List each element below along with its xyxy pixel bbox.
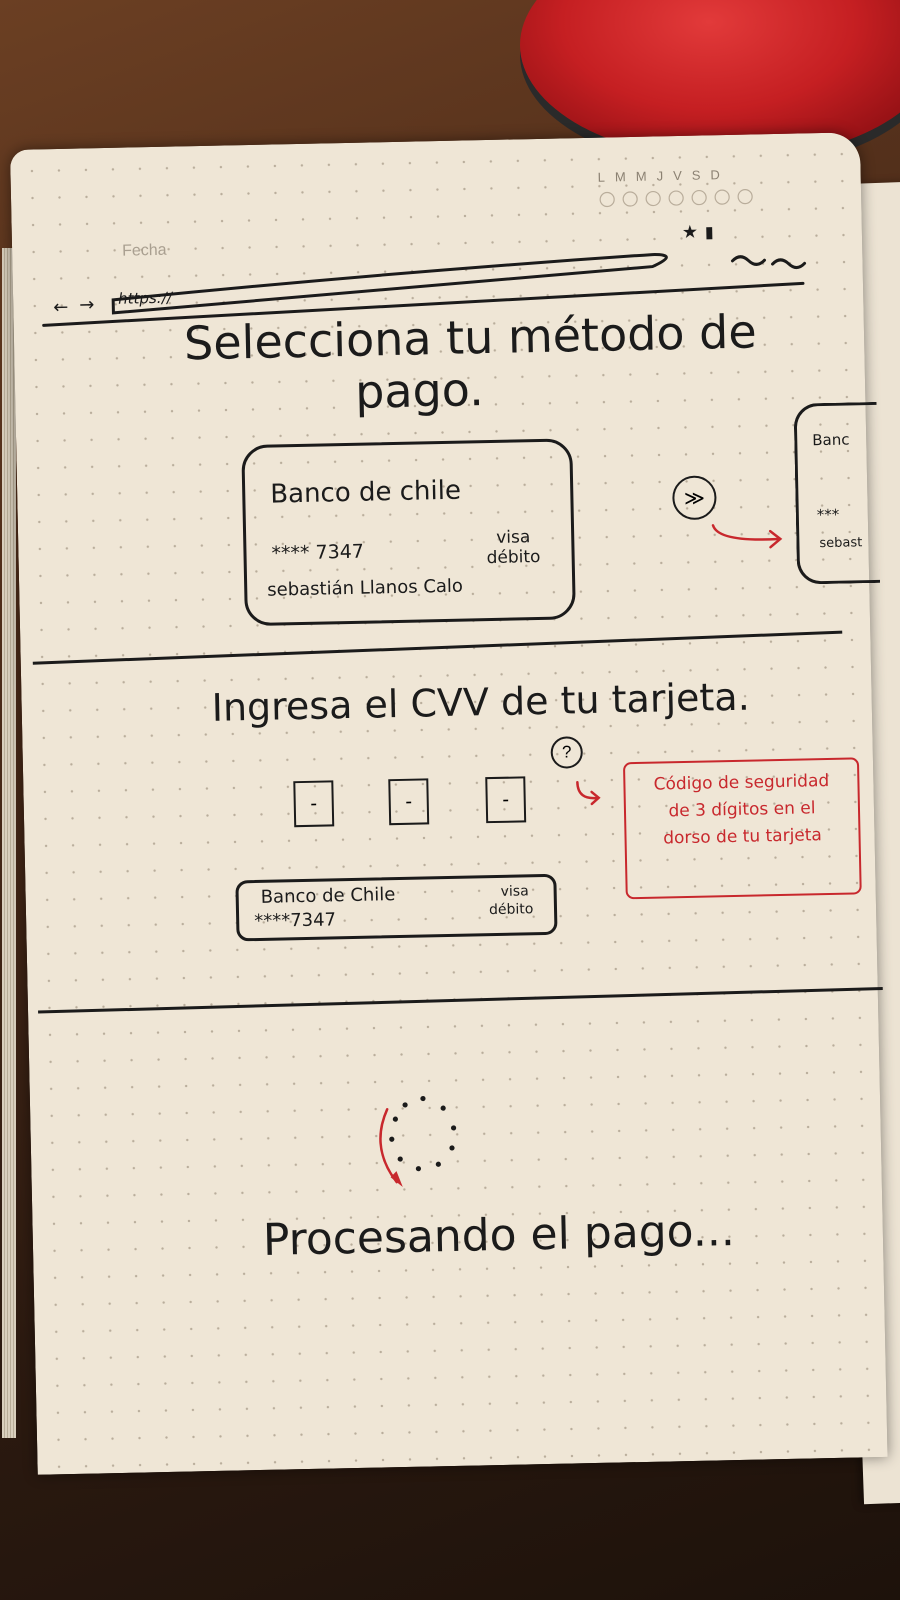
- weekday-label: M: [614, 169, 626, 185]
- weekday-label: S: [691, 167, 701, 183]
- notebook-page: Fecha L M M J V S D ← → https:// ★ ▮ Sel…: [10, 132, 888, 1475]
- weekday-labels: L M M J V S D: [598, 167, 720, 185]
- next-card-button[interactable]: ≫: [671, 475, 717, 521]
- cvv-digit-3[interactable]: -: [485, 776, 527, 824]
- bookmark-icon[interactable]: ▮: [705, 222, 714, 241]
- section-divider: [32, 630, 843, 665]
- summary-bank-name: Banco de Chile: [260, 884, 396, 908]
- card-type: visa: [496, 527, 531, 548]
- weekday-label: D: [710, 167, 720, 183]
- weekday-label: V: [672, 167, 682, 184]
- payment-card[interactable]: Banco de chile **** 7347 visa débito seb…: [241, 438, 576, 627]
- url-field[interactable]: https://: [118, 289, 172, 308]
- star-icon[interactable]: ★: [682, 222, 699, 243]
- next-card-holder: sebast: [819, 535, 863, 552]
- back-icon[interactable]: ←: [53, 297, 69, 318]
- section-divider: [38, 986, 883, 1014]
- help-icon[interactable]: ?: [550, 736, 584, 769]
- card-number: **** 7347: [271, 540, 365, 565]
- card-type-line2: débito: [486, 546, 541, 569]
- page-edges: [2, 248, 16, 1438]
- tooltip-line: Código de seguridad: [653, 770, 830, 795]
- cvv-tooltip: Código de seguridad de 3 dígitos en el d…: [622, 757, 862, 900]
- tooltip-pointer: [576, 781, 601, 806]
- forward-icon[interactable]: →: [79, 294, 95, 315]
- swipe-arrow: [711, 524, 783, 549]
- cvv-digit-2[interactable]: -: [388, 778, 430, 826]
- weekday-label: J: [656, 168, 664, 184]
- weekday-label: M: [635, 168, 647, 184]
- next-payment-card[interactable]: Banc *** sebast: [793, 401, 881, 585]
- payment-method-title-line2: pago.: [354, 362, 485, 419]
- weekday-label: L: [597, 169, 606, 185]
- arrow-right-icon: ≫: [683, 487, 706, 510]
- summary-card-type-line2: débito: [488, 901, 534, 919]
- processing-status: Procesando el pago...: [262, 1205, 736, 1266]
- next-card-number: ***: [816, 505, 840, 525]
- payment-method-title: Selecciona tu método de: [183, 304, 758, 371]
- card-bank-name: Banco de chile: [269, 475, 462, 510]
- card-holder: sebastián Llanos Calo: [267, 575, 464, 601]
- loading-spinner-icon: [379, 1095, 457, 1188]
- summary-card-type: visa: [500, 883, 529, 900]
- next-card-bank: Banc: [812, 430, 850, 450]
- summary-card-number: ****7347: [253, 909, 337, 933]
- selected-card-summary: Banco de Chile ****7347 visa débito: [235, 873, 558, 942]
- cvv-digit-1[interactable]: -: [293, 780, 335, 828]
- tooltip-line: dorso de tu tarjeta: [663, 825, 823, 849]
- cvv-title: Ingresa el CVV de tu tarjeta.: [211, 674, 751, 730]
